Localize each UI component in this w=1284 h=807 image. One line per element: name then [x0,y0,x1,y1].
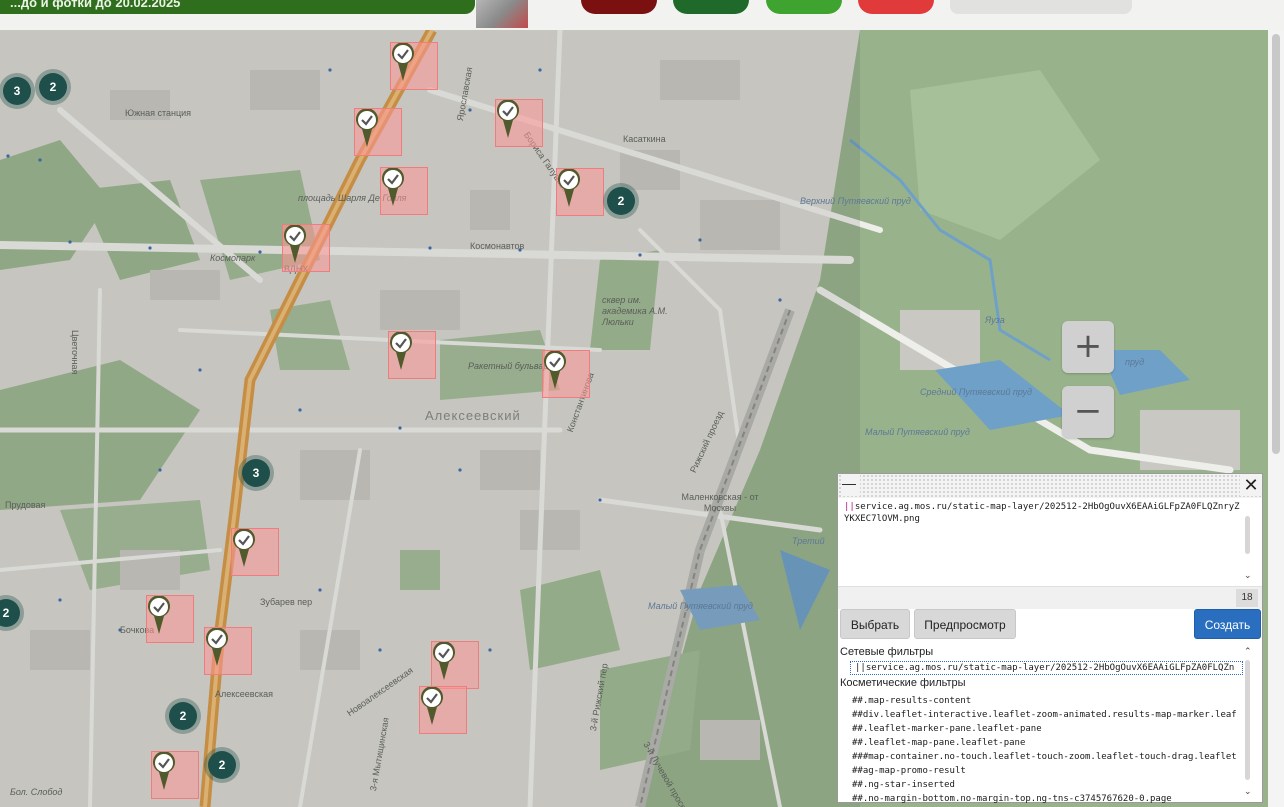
map-pin-icon [392,43,414,81]
map-label-park: Космопарк [210,253,256,263]
header-search-box[interactable] [950,0,1132,14]
cosmetic-filter-rule[interactable]: ##.map-results-content [852,694,1244,708]
cosmetic-filter-rule[interactable]: ##.leaflet-map-pane.leaflet-pane [852,736,1244,750]
cosmetic-filter-rule[interactable]: ###map-container.no-touch.leaflet-touch-… [852,750,1244,764]
map-label-street: Зубарев пер [260,597,313,607]
map-label-pond: пруд [1125,357,1145,367]
filter-textarea[interactable]: ||service.ag.mos.ru/static-map-layer/202… [840,500,1244,584]
cosmetic-filter-rule[interactable]: ##div.leaflet-interactive.leaflet-zoom-a… [852,708,1244,722]
scroll-down-icon[interactable]: ⌄ [1244,570,1252,581]
map-pin-icon [206,628,228,666]
map-marker[interactable] [282,224,330,272]
cosmetic-filter-list: ##.map-results-content ##div.leaflet-int… [852,694,1244,806]
category-pill-4[interactable] [858,0,934,14]
promo-banner-text: ...до и фотки до 20.02.2025 [10,0,181,10]
map-label-district: Алексеевский [425,408,521,423]
match-counter: 18 [1236,589,1258,607]
filters-scrollbar[interactable]: ⌃ ⌄ [1242,646,1254,800]
map-label-road: Третий [792,536,825,546]
map-cluster[interactable]: 2 [169,702,197,730]
map-label-street: Бол. Слобод [10,787,63,797]
map-label-station: Маленковская - от Москвы [681,492,759,513]
promo-banner[interactable]: ...до и фотки до 20.02.2025 [0,0,475,14]
cosmetic-filter-rule[interactable]: ##.leaflet-marker-pane.leaflet-pane [852,722,1244,736]
textarea-scrollbar-thumb[interactable] [1245,516,1250,554]
map-label-river: Яуза [985,315,1005,325]
map-marker[interactable] [388,331,436,379]
map-pin-icon [153,752,175,790]
filter-dialog: — ✕ ||service.ag.mos.ru/static-map-layer… [837,473,1263,806]
category-pill-2[interactable] [673,0,749,14]
network-filter-rule[interactable]: ||service.ag.mos.ru/static-map-layer/202… [850,661,1243,675]
map-label-station: Южная станция [125,108,192,118]
page-scrollbar[interactable] [1268,30,1284,807]
map-pin-icon [382,168,404,206]
map-pin-icon [433,642,455,680]
category-pill-1[interactable] [581,0,657,14]
map-pin-icon [558,169,580,207]
map-pin-icon [421,687,443,725]
map-pin-icon [233,529,255,567]
map-marker[interactable] [556,168,604,216]
map-cluster[interactable]: 2 [39,73,67,101]
filter-prefix: || [844,502,855,512]
map-label-street: Ракетный бульвар [468,361,549,371]
create-button[interactable]: Создать [1194,609,1261,639]
map-label-pond: Малый Путяевский пруд [648,601,753,611]
map-cluster[interactable]: 3 [242,459,270,487]
map-marker[interactable] [431,641,479,689]
map-pin-icon [390,332,412,370]
close-button[interactable]: ✕ [1240,474,1262,496]
counter-bar: 18 [838,586,1262,609]
preview-button[interactable]: Предпросмотр [914,609,1016,639]
promo-photo[interactable] [476,0,528,28]
map-pin-icon [284,225,306,263]
map-marker[interactable] [151,751,199,799]
map-pin-icon [356,109,378,147]
zoom-in-button[interactable]: + [1062,321,1114,373]
map-label-park: сквер им. академика А.М. Люльки [602,295,668,327]
map-cluster[interactable]: 2 [208,751,236,779]
cosmetic-filter-rule[interactable]: ##.no-margin-bottom.no-margin-top.ng-tns… [852,792,1244,806]
textarea-scrollbar[interactable]: ⌄ [1242,502,1254,584]
map-marker[interactable] [380,167,428,215]
scroll-up-icon[interactable]: ⌃ [1244,646,1252,657]
map-label-street: Космонавтов [470,241,525,251]
zoom-out-button[interactable]: − [1062,386,1114,438]
map-label-street: Касаткина [623,134,666,144]
cosmetic-filters-heading: Косметические фильтры [840,677,966,689]
minimize-button[interactable]: — [842,474,860,496]
map-marker[interactable] [146,595,194,643]
site-header: ...до и фотки до 20.02.2025 [0,0,1284,30]
scroll-down-icon[interactable]: ⌄ [1244,786,1252,797]
filter-value: service.ag.mos.ru/static-map-layer/20251… [844,502,1240,524]
map-marker[interactable] [231,528,279,576]
map-pin-icon [148,596,170,634]
network-filters-heading: Сетевые фильтры [840,646,934,658]
map-pin-icon [544,351,566,389]
filters-scrollbar-thumb[interactable] [1245,660,1250,780]
select-button[interactable]: Выбрать [840,609,910,639]
map-cluster[interactable]: 2 [607,187,635,215]
map-label-pond: Верхний Путяевский пруд [800,196,911,206]
cosmetic-filter-rule[interactable]: ##ag-map-promo-result [852,764,1244,778]
dialog-titlebar[interactable] [838,474,1262,498]
map-marker[interactable] [390,42,438,90]
map-pin-icon [497,100,519,138]
map-marker[interactable] [204,627,252,675]
map-label-pond: Малый Путяевский пруд [865,427,970,437]
map-marker[interactable] [495,99,543,147]
map-label-station: Алексеевская [215,689,274,699]
cosmetic-filter-rule[interactable]: ##.ng-star-inserted [852,778,1244,792]
map-cluster[interactable]: 3 [3,77,31,105]
map-label-street: Цветочная [70,330,80,375]
category-pill-3[interactable] [766,0,842,14]
map-label-street: Прудовая [5,500,46,510]
page-scrollbar-thumb[interactable] [1272,34,1280,454]
map-marker[interactable] [354,108,402,156]
map-marker[interactable] [542,350,590,398]
map-label-pond: Средний Путяевский пруд [920,387,1032,397]
map-marker[interactable] [419,686,467,734]
